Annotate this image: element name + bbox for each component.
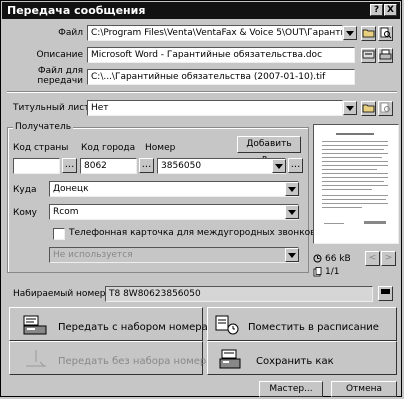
title-bar[interactable]: Передача сообщения ? X [2, 2, 400, 19]
to-dropdown-button[interactable] [285, 182, 299, 196]
save-as-button[interactable]: Сохранить как [207, 341, 397, 375]
phonecard-select[interactable]: Не используется [49, 247, 299, 263]
dial-number-label: Набираемый номер [13, 289, 106, 299]
file-label: Файл [58, 28, 83, 38]
help-button[interactable]: ? [370, 4, 383, 16]
dial-number-display: T8 8W80623856050 [105, 286, 373, 302]
phonecard-label: Телефонная карточка для междугородных зв… [69, 228, 316, 238]
country-code-input[interactable] [13, 158, 60, 174]
fax-send-icon [23, 315, 47, 335]
document-thumbnail [322, 133, 388, 224]
prev-page-button[interactable]: < [365, 251, 380, 266]
send-without-dial-button[interactable]: Передать без набора номера [9, 341, 212, 375]
cancel-button[interactable]: Отмена [331, 381, 397, 397]
country-code-label: Код страны [13, 143, 69, 153]
edit-icon [362, 50, 375, 59]
page-counter: 1/1 [325, 267, 340, 277]
page-preview[interactable] [313, 124, 399, 244]
cover-view-button[interactable] [378, 101, 393, 116]
phonecard-checkbox[interactable] [53, 228, 65, 240]
window-title: Передача сообщения [7, 4, 146, 17]
description-input[interactable]: Microsoft Word - Гарантийные обязательст… [87, 47, 355, 63]
printer-icon [379, 49, 392, 60]
file-size: 66 kB [325, 254, 351, 264]
schedule-label: Поместить в расписание [248, 322, 379, 333]
view-file-button[interactable] [378, 26, 393, 41]
number-label: Номер [145, 143, 176, 153]
whom-label: Кому [13, 208, 38, 218]
next-page-button[interactable]: > [381, 251, 396, 266]
magnifier-icon [380, 102, 390, 113]
file-input[interactable]: C:\Program Files\Venta\VentaFax & Voice … [87, 25, 343, 41]
pages-icon [313, 267, 322, 280]
phonecard-dropdown-button[interactable] [285, 248, 299, 262]
cover-dropdown-button[interactable] [343, 101, 357, 115]
schedule-icon [215, 315, 239, 335]
clock-icon [313, 254, 322, 266]
folder-icon [362, 29, 375, 38]
recipient-group-label: Получатель [13, 122, 74, 132]
fax-nodial-icon [26, 350, 46, 367]
transfer-file-input[interactable]: C:\...\Гарантийные обязательства (2007-0… [87, 69, 355, 85]
dial-settings-button[interactable] [378, 286, 393, 301]
folder-icon [362, 104, 375, 113]
send-without-dial-label: Передать без набора номера [58, 356, 213, 367]
number-input[interactable]: 3856050 [157, 158, 286, 174]
transfer-file-label-line1: Файл для [37, 66, 83, 76]
number-dropdown-button[interactable] [272, 159, 286, 173]
cover-select[interactable]: Нет [87, 100, 343, 116]
description-edit-button[interactable] [361, 48, 376, 63]
file-dropdown-button[interactable] [343, 26, 357, 40]
to-input[interactable]: Донецк [49, 181, 299, 197]
to-label: Куда [13, 185, 37, 195]
fax-send-dialog: Передача сообщения ? X Файл C:\Program F… [0, 0, 402, 397]
country-code-browse-button[interactable]: ... [62, 158, 77, 173]
open-folder-button[interactable] [361, 26, 376, 41]
schedule-button[interactable]: Поместить в расписание [207, 307, 397, 341]
magnifier-icon [380, 27, 392, 39]
number-browse-button[interactable]: ... [288, 158, 303, 173]
whom-input[interactable]: Rcom [49, 204, 299, 220]
city-code-input[interactable]: 8062 [80, 158, 137, 174]
cover-open-button[interactable] [361, 101, 376, 116]
city-code-label: Код города [81, 143, 136, 153]
description-label: Описание [36, 50, 83, 60]
transfer-file-label-line2: передачи [37, 76, 83, 86]
city-code-browse-button[interactable]: ... [139, 158, 154, 173]
cover-label: Титульный лист [13, 103, 90, 113]
keypad-icon [381, 289, 390, 294]
whom-dropdown-button[interactable] [285, 205, 299, 219]
master-button[interactable]: Мастер... [259, 381, 323, 397]
print-button[interactable] [378, 48, 393, 63]
divider [7, 91, 397, 93]
save-as-label: Сохранить как [256, 356, 334, 367]
send-with-dial-button[interactable]: Передать с набором номера [9, 307, 208, 341]
save-icon [219, 349, 241, 369]
add-to-button[interactable]: Добавить в... [237, 136, 301, 164]
send-with-dial-label: Передать с набором номера [58, 322, 208, 333]
close-button[interactable]: X [384, 4, 397, 16]
